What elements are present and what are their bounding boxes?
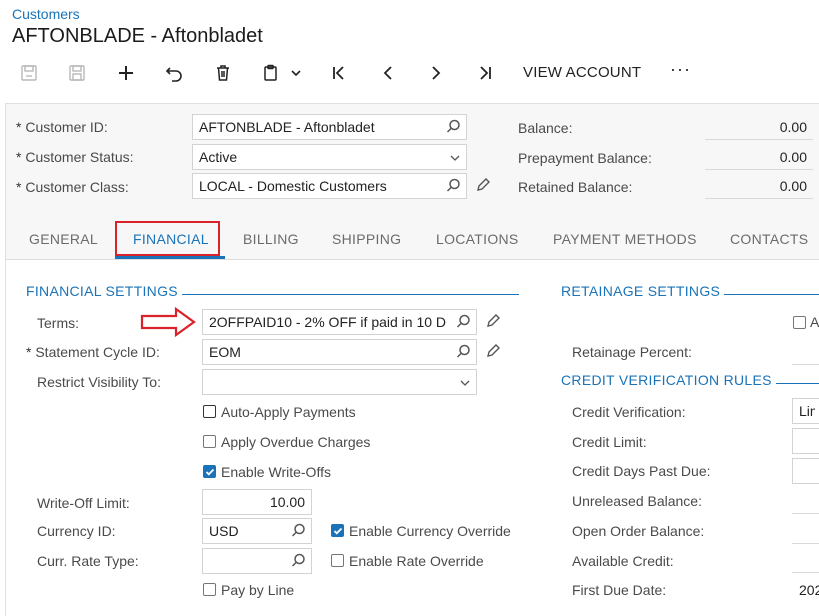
tab-locations[interactable]: LOCATIONS (436, 231, 519, 247)
breadcrumb-customers[interactable]: Customers (12, 6, 80, 22)
financial-settings-heading: FINANCIAL SETTINGS (26, 283, 178, 299)
prepayment-balance-label: Prepayment Balance: (518, 150, 652, 166)
apply-retainage-checkbox[interactable] (793, 316, 806, 329)
edit-pencil-icon[interactable] (475, 177, 491, 196)
delete-icon[interactable] (212, 61, 234, 85)
credit-verification-select[interactable]: Lim (792, 398, 819, 424)
credit-days-past-due-input[interactable] (792, 458, 819, 484)
unreleased-balance-value (792, 513, 819, 514)
customer-id-field[interactable]: AFTONBLADE - Aftonbladet (192, 114, 467, 140)
writeoff-limit-input[interactable]: 10.00 (202, 489, 312, 515)
next-record-icon[interactable] (425, 61, 447, 85)
tab-shipping[interactable]: SHIPPING (332, 231, 401, 247)
edit-pencil-icon[interactable] (485, 313, 501, 332)
balance-value: 0.00 (705, 114, 813, 140)
auto-apply-payments-label: Auto-Apply Payments (221, 404, 356, 420)
unreleased-balance-label: Unreleased Balance: (572, 493, 702, 509)
tab-payment-methods[interactable]: PAYMENT METHODS (553, 231, 697, 247)
tab-general[interactable]: GENERAL (29, 231, 98, 247)
retained-balance-value: 0.00 (705, 173, 813, 199)
enable-currency-override-label: Enable Currency Override (349, 523, 511, 539)
open-order-balance-label: Open Order Balance: (572, 523, 705, 539)
search-icon[interactable] (446, 178, 461, 196)
credit-verification-rules-heading: CREDIT VERIFICATION RULES (561, 372, 772, 388)
first-due-date-value: 202 (799, 582, 819, 598)
terms-field[interactable]: 2OFFPAID10 - 2% OFF if paid in 10 D (202, 309, 477, 335)
clipboard-icon[interactable] (260, 61, 282, 85)
credit-verification-label: Credit Verification: (572, 404, 686, 420)
search-icon[interactable] (456, 344, 471, 362)
save-close-icon[interactable] (18, 61, 40, 85)
first-due-date-label: First Due Date: (572, 582, 667, 598)
enable-rate-override-label: Enable Rate Override (349, 553, 484, 569)
last-record-icon[interactable] (474, 61, 496, 85)
tab-billing[interactable]: BILLING (243, 231, 299, 247)
edit-pencil-icon[interactable] (485, 343, 501, 362)
customer-class-field[interactable]: LOCAL - Domestic Customers (192, 173, 467, 199)
curr-rate-type-field[interactable] (202, 548, 312, 574)
balance-label: Balance: (518, 120, 573, 136)
pay-by-line-label: Pay by Line (221, 582, 295, 598)
enable-currency-override-checkbox[interactable] (331, 524, 344, 537)
tab-contacts[interactable]: CONTACTS (730, 231, 808, 247)
apply-overdue-charges-label: Apply Overdue Charges (221, 434, 371, 450)
apply-retainage-label: A (810, 314, 819, 330)
available-credit-value (792, 572, 819, 573)
pay-by-line-checkbox[interactable] (203, 583, 216, 596)
open-order-balance-value (792, 543, 819, 544)
enable-writeoffs-label: Enable Write-Offs (221, 464, 331, 480)
currency-id-field[interactable]: USD (202, 518, 312, 544)
section-divider (776, 383, 819, 384)
retainage-settings-heading: RETAINAGE SETTINGS (561, 283, 721, 299)
restrict-visibility-select[interactable] (202, 369, 477, 395)
customer-status-label: * Customer Status: (16, 149, 134, 165)
credit-days-past-due-label: Credit Days Past Due: (572, 463, 711, 479)
view-account-button[interactable]: VIEW ACCOUNT (523, 64, 641, 81)
chevron-down-icon[interactable] (288, 61, 304, 85)
enable-rate-override-checkbox[interactable] (331, 554, 344, 567)
apply-overdue-charges-checkbox[interactable] (203, 435, 216, 448)
prepayment-balance-value: 0.00 (705, 144, 813, 170)
customer-class-label: * Customer Class: (16, 179, 129, 195)
credit-limit-label: Credit Limit: (572, 434, 647, 450)
search-icon[interactable] (446, 119, 461, 137)
page-title: AFTONBLADE - Aftonbladet (12, 25, 263, 47)
enable-writeoffs-checkbox[interactable] (203, 465, 216, 478)
search-icon[interactable] (453, 314, 471, 332)
curr-rate-type-label: Curr. Rate Type: (37, 553, 139, 569)
credit-limit-input[interactable] (792, 428, 819, 454)
add-icon[interactable] (115, 61, 137, 85)
more-menu-icon[interactable]: ··· (670, 59, 691, 80)
retainage-percent-input[interactable] (792, 364, 819, 365)
chevron-down-icon[interactable] (459, 376, 471, 392)
auto-apply-payments-checkbox[interactable] (203, 405, 216, 418)
search-icon[interactable] (291, 553, 306, 571)
statement-cycle-field[interactable]: EOM (202, 339, 477, 365)
active-tab-indicator (115, 256, 225, 259)
statement-cycle-label: * Statement Cycle ID: (26, 344, 160, 360)
restrict-visibility-label: Restrict Visibility To: (37, 374, 161, 390)
first-record-icon[interactable] (328, 61, 350, 85)
available-credit-label: Available Credit: (572, 553, 674, 569)
annotation-arrow-icon (140, 306, 196, 340)
retained-balance-label: Retained Balance: (518, 179, 633, 195)
chevron-down-icon[interactable] (449, 151, 461, 167)
search-icon[interactable] (291, 523, 306, 541)
currency-id-label: Currency ID: (37, 523, 116, 539)
annotation-highlight-box (115, 221, 220, 256)
writeoff-limit-label: Write-Off Limit: (37, 495, 130, 511)
customer-id-label: * Customer ID: (16, 119, 108, 135)
retainage-percent-label: Retainage Percent: (572, 344, 692, 360)
save-icon[interactable] (66, 61, 88, 85)
section-divider (182, 294, 519, 295)
previous-record-icon[interactable] (377, 61, 399, 85)
undo-icon[interactable] (163, 61, 185, 85)
terms-label: Terms: (37, 315, 79, 331)
customer-status-select[interactable]: Active (192, 144, 467, 170)
section-divider (724, 294, 819, 295)
